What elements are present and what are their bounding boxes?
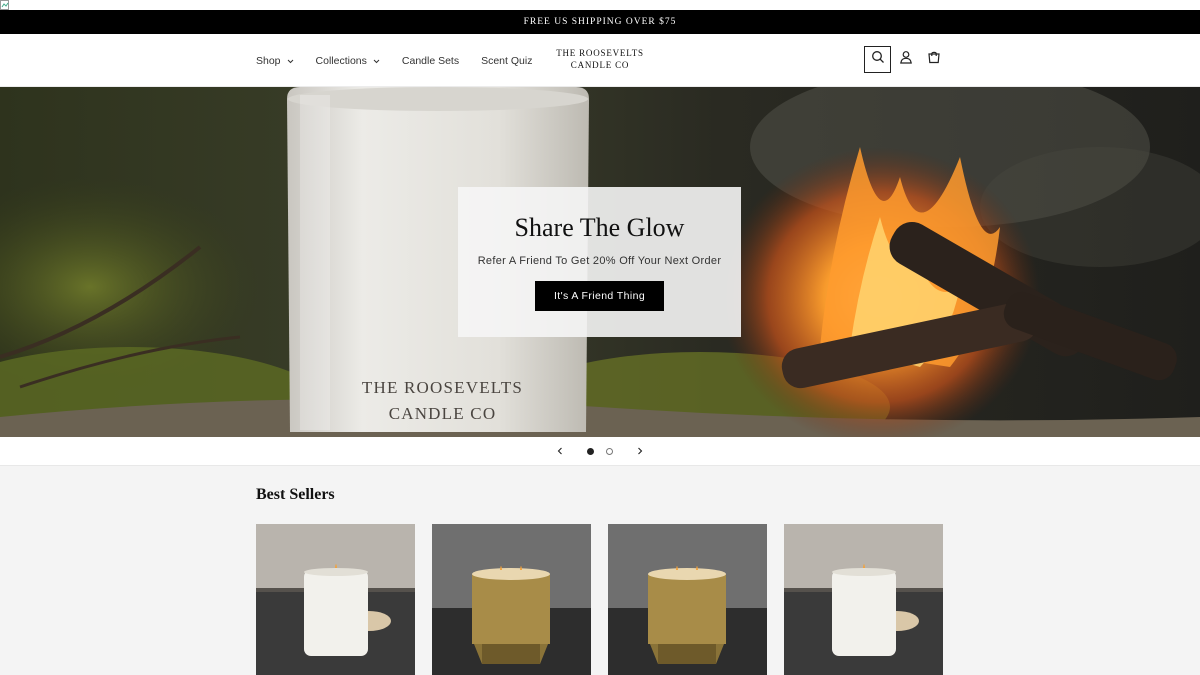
slideshow-controls [0, 437, 1200, 466]
announcement-bar: FREE US SHIPPING OVER $75 [0, 10, 1200, 34]
nav-item-label: Shop [256, 54, 281, 67]
product-card-1[interactable] [256, 524, 415, 675]
search-icon [871, 50, 885, 69]
search-button[interactable] [864, 46, 891, 73]
logo-line-1: THE ROOSEVELTS [556, 48, 644, 58]
product-card-3[interactable] [608, 524, 767, 675]
chevron-down-icon [287, 55, 294, 67]
hero-title: Share The Glow [514, 213, 685, 242]
logo-line-2: CANDLE CO [570, 60, 630, 70]
nav-item-label: Collections [315, 54, 367, 67]
product-image [608, 524, 767, 675]
next-slide-button[interactable] [633, 444, 647, 458]
product-image [784, 524, 943, 675]
cart-icon [927, 50, 941, 69]
nav-item-label: Candle Sets [401, 54, 460, 67]
account-button[interactable] [892, 46, 919, 73]
nav-item-label: Scent Quiz [481, 54, 533, 67]
section-title: Best Sellers [256, 486, 335, 503]
nav-item-scent-quiz[interactable]: Scent Quiz [481, 55, 532, 67]
site-header: Shop Collections Candle Sets Scent Quiz … [0, 34, 1200, 87]
nav-item-shop[interactable]: Shop [256, 55, 294, 67]
hero-subtitle: Refer A Friend To Get 20% Off Your Next … [477, 255, 722, 267]
broken-image-icon [0, 0, 10, 10]
account-icon [899, 50, 913, 69]
nav-item-candle-sets[interactable]: Candle Sets [402, 55, 459, 67]
hero-cta-button[interactable]: It's A Friend Thing [535, 281, 664, 311]
chevron-down-icon [373, 55, 380, 67]
announcement-text: FREE US SHIPPING OVER $75 [523, 17, 677, 27]
product-image [256, 524, 415, 675]
chevron-left-icon [557, 442, 563, 460]
jar-label: THE ROOSEVELTS CANDLE CO [340, 375, 545, 427]
site-logo[interactable]: THE ROOSEVELTS CANDLE CO [540, 47, 660, 71]
best-sellers-section: Best Sellers [0, 466, 1200, 675]
product-card-4[interactable] [784, 524, 943, 675]
nav-item-collections[interactable]: Collections [316, 55, 380, 67]
cart-button[interactable] [920, 46, 947, 73]
jar-label-line-2: CANDLE CO [388, 404, 497, 423]
hero-content-card: Share The Glow Refer A Friend To Get 20%… [458, 187, 741, 337]
product-image [432, 524, 591, 675]
product-card-2[interactable] [432, 524, 591, 675]
hero-banner: THE ROOSEVELTS CANDLE CO Share The Glow … [0, 87, 1200, 437]
header-icons [864, 46, 947, 73]
chevron-right-icon [637, 442, 643, 460]
slide-dot-1[interactable] [587, 448, 594, 455]
slide-dot-2[interactable] [606, 448, 613, 455]
main-nav: Shop Collections Candle Sets Scent Quiz [256, 34, 554, 87]
previous-slide-button[interactable] [553, 444, 567, 458]
jar-label-line-1: THE ROOSEVELTS [361, 378, 524, 397]
